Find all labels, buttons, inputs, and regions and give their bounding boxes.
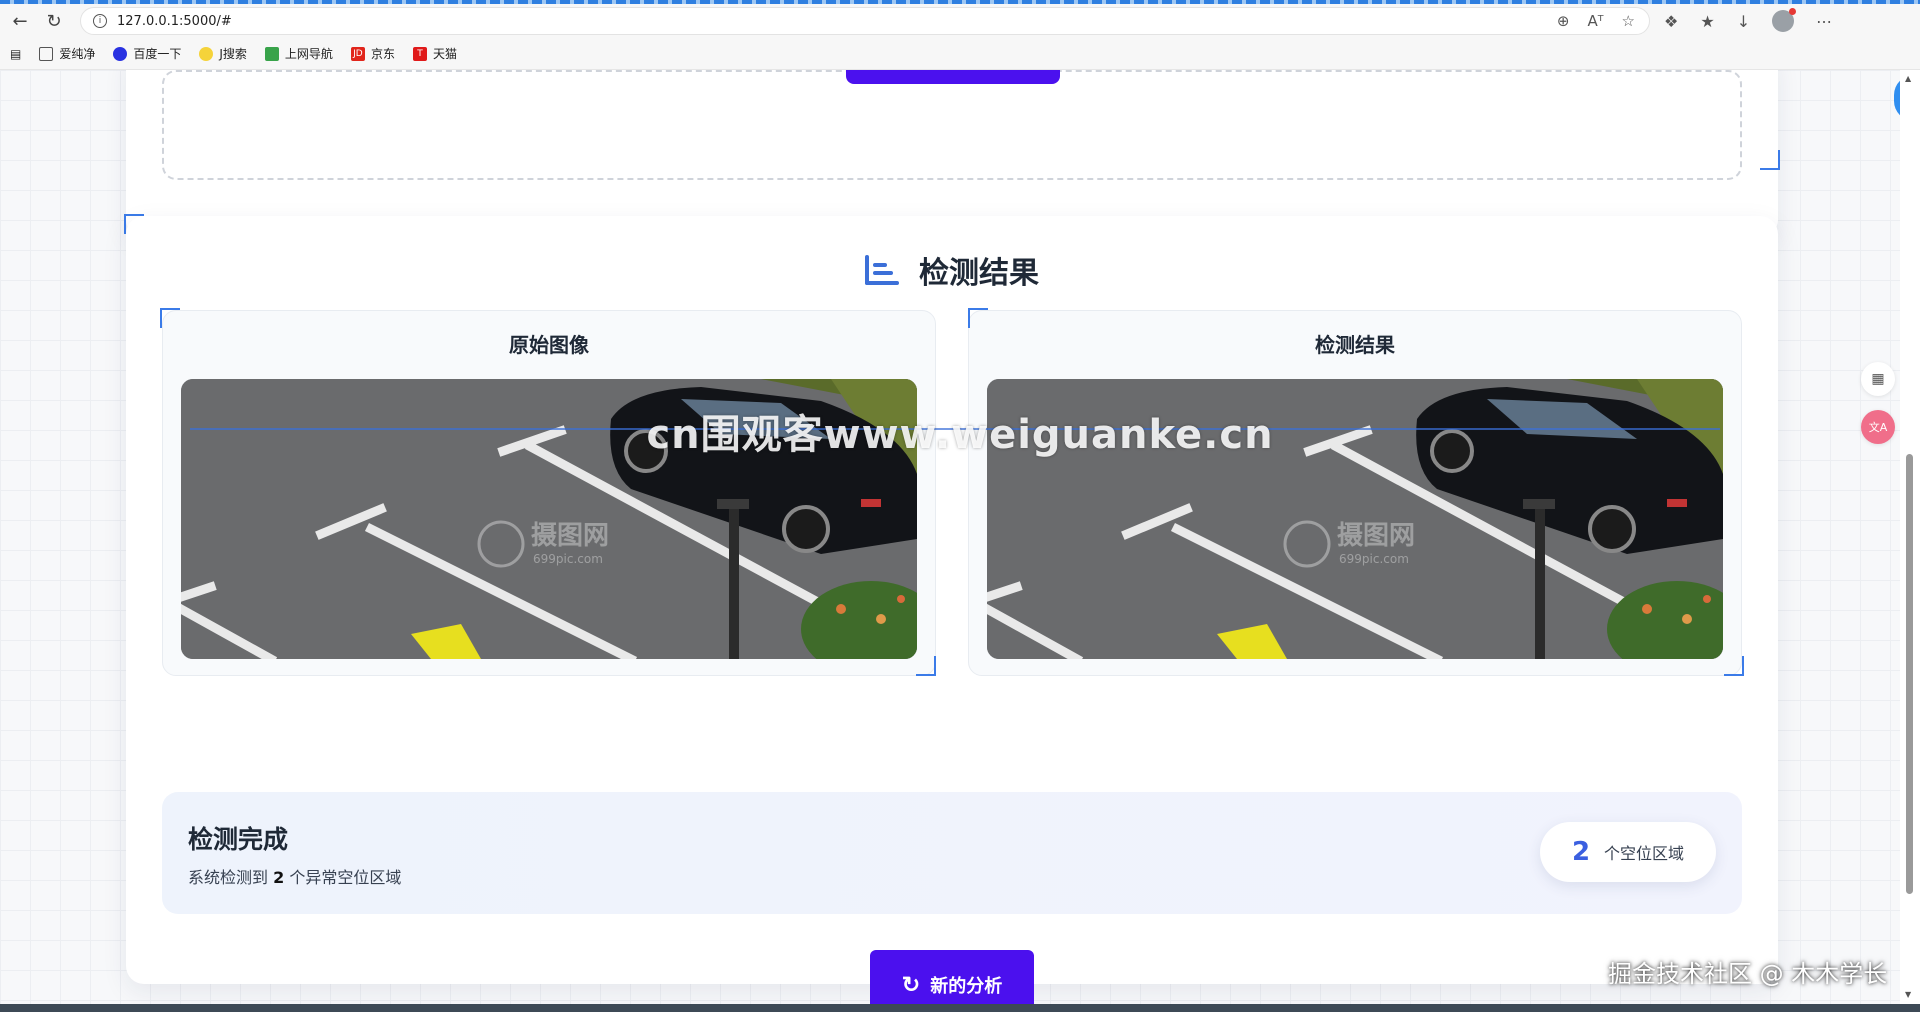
site-watermark: cn围观客www.weiguanke.cn — [646, 412, 1274, 458]
zoom-icon[interactable]: ⊕ — [1557, 12, 1570, 30]
tmall-icon: T — [412, 46, 427, 61]
bookmark-item[interactable]: 百度一下 — [113, 45, 181, 62]
bookmarks-toggle-icon[interactable]: ▤ — [10, 47, 21, 61]
scroll-up-icon[interactable]: ▲ — [1905, 74, 1911, 83]
upload-card — [126, 70, 1778, 236]
jd-icon: JD — [350, 46, 365, 61]
qr-code-icon[interactable]: ▦ — [1861, 362, 1895, 396]
scrollbar-thumb[interactable] — [1906, 454, 1913, 894]
bookmark-item[interactable]: J搜索 — [199, 45, 247, 62]
panel-title: 检测结果 — [1315, 333, 1395, 357]
profile-avatar[interactable] — [1772, 8, 1797, 32]
panel-title: 原始图像 — [509, 333, 589, 357]
back-arrow-icon[interactable]: ← — [6, 7, 34, 35]
results-title: 检测结果 — [919, 256, 1039, 291]
star-icon[interactable]: ☆ — [1622, 12, 1635, 30]
extensions-icon[interactable]: ❖ — [1664, 12, 1678, 31]
url-text[interactable]: 127.0.0.1:5000/# — [117, 14, 232, 29]
image-watermark-cn: 摄图网 — [531, 521, 609, 551]
refresh-icon: ↻ — [901, 972, 921, 997]
bookmark-item[interactable]: 上网导航 — [264, 45, 333, 62]
read-aloud-icon[interactable]: Aᵀ — [1588, 12, 1604, 30]
navigation-icon — [264, 46, 279, 61]
detection-summary: 检测完成 系统检测到 2 个异常空位区域 2 个空位区域 — [162, 792, 1742, 914]
credit-watermark: 掘金技术社区 @ 木木学长 — [1608, 960, 1888, 988]
chart-bar-icon — [865, 255, 899, 285]
bookmark-item[interactable]: T 天猫 — [412, 45, 457, 62]
scroll-down-icon[interactable]: ▼ — [1905, 990, 1911, 999]
download-icon[interactable]: ↓ — [1737, 12, 1750, 31]
corner-decoration — [160, 308, 180, 328]
search-logo-icon — [199, 46, 214, 61]
bookmark-item[interactable]: 爱纯净 — [39, 45, 95, 62]
image-watermark-en: 699pic.com — [533, 552, 603, 566]
refresh-icon[interactable]: ↻ — [40, 7, 68, 35]
baidu-icon — [113, 46, 128, 61]
info-icon[interactable]: i — [93, 14, 107, 28]
image-watermark-en: 699pic.com — [1339, 552, 1409, 566]
summary-description: 系统检测到 2 个异常空位区域 — [188, 868, 402, 887]
results-card: 检测结果 原始图像 摄图网 699pic.com 检测结果 摄图网 699pic… — [126, 216, 1778, 1004]
corner-decoration — [968, 308, 988, 328]
summary-title: 检测完成 — [188, 825, 289, 854]
detected-image-panel: 检测结果 摄图网 699pic.com — [968, 310, 1742, 676]
detected-count: 2 — [273, 868, 285, 887]
favorites-icon[interactable]: ★ — [1700, 12, 1714, 31]
new-analysis-button[interactable]: ↻ 新的分析 — [870, 950, 1034, 1004]
taskbar-edge — [0, 1004, 1920, 1012]
corner-decoration — [916, 656, 936, 676]
vacancy-count-badge: 2 个空位区域 — [1540, 822, 1716, 882]
address-bar[interactable]: i 127.0.0.1:5000/# ⊕ Aᵀ ☆ — [80, 7, 1650, 35]
folder-icon — [39, 46, 54, 61]
page-content: 检测结果 原始图像 摄图网 699pic.com 检测结果 摄图网 699pic… — [0, 70, 1900, 1004]
upload-dropzone[interactable] — [162, 70, 1742, 180]
corner-decoration — [1724, 656, 1744, 676]
vacancy-label: 个空位区域 — [1604, 844, 1685, 863]
vertical-scrollbar[interactable]: ▲ ▼ — [1900, 70, 1920, 1004]
bookmark-item[interactable]: JD 京东 — [350, 45, 395, 62]
bookmarks-bar: ▤ 爱纯净 百度一下 J搜索 上网导航 JD 京东 T 天猫 — [0, 38, 1920, 70]
results-header: 检测结果 — [126, 248, 1778, 292]
more-menu-icon[interactable]: ⋯ — [1816, 12, 1832, 31]
upload-button[interactable] — [846, 70, 1060, 84]
image-watermark-cn: 摄图网 — [1337, 521, 1415, 551]
vacancy-count: 2 — [1571, 837, 1591, 867]
browser-toolbar: ← ↻ i 127.0.0.1:5000/# ⊕ Aᵀ ☆ ❖ ★ ↓ ⋯ — [0, 4, 1920, 38]
original-image-panel: 原始图像 摄图网 699pic.com — [162, 310, 936, 676]
corner-decoration — [1760, 150, 1780, 170]
